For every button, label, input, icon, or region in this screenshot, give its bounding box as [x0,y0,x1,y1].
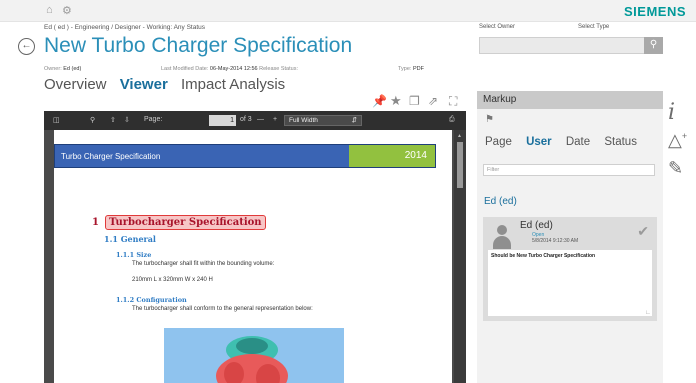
comment-text[interactable]: Should be New Turbo Charger Specificatio… [488,250,652,316]
section-heading-1-1: 1.1 General [104,234,156,244]
search-icon: ⚲ [649,39,658,50]
markup-title: Markup [477,91,663,109]
export-icon[interactable]: ⇗ [428,94,438,108]
gear-icon[interactable]: ⚙ [62,4,72,17]
copy-icon[interactable]: ❐ [409,94,420,108]
pdf-toolbar: ◫ ⚲ ⇧ ⇩ Page: 1 of 3 — + Full Width ⇵ ⎙ [44,111,466,130]
tab-bar: Overview Viewer Impact Analysis [44,76,294,93]
zoom-out-button[interactable]: — [257,116,264,123]
sort-page[interactable]: Page [485,136,512,148]
markup-comment[interactable]: Ed (ed) Open 5/8/2014 9:12:30 AM ✔ Shoul… [483,217,657,321]
top-bar: ⌂ ⚙ SIEMENS [0,0,696,22]
markup-panel: Markup ⚑ Page User Date Status Filter Ed… [477,91,663,383]
modified-value: 06-May-2014 12:56 [209,66,258,72]
chevron-down-icon: ⇵ [351,117,357,124]
zoom-in-button[interactable]: + [273,116,277,123]
section-heading-1: 1 Turbocharger Specification [92,215,266,230]
owner-value: Ed (ed) [63,66,82,72]
print-icon[interactable]: ⎙ [449,116,455,124]
comment-author: Ed (ed) [520,220,553,231]
sort-date[interactable]: Date [566,136,590,148]
modified-meta: Last Modified Date: 06-May-2014 12:56 Re… [161,66,298,72]
sort-status[interactable]: Status [604,136,637,148]
arrow-left-icon: ← [21,40,32,51]
info-icon[interactable]: i [668,100,675,125]
type-meta: Type: PDF [398,66,424,72]
section-heading-size: 1.1.1 Size [116,251,152,259]
pin-icon[interactable]: 📌 [372,94,387,108]
document-page: Turbo Charger Specification 2014 1 Turboc… [54,130,452,383]
edit-markup-icon[interactable]: ✎ [668,158,683,179]
document-header-title: Turbo Charger Specification [61,152,161,161]
select-owner-label: Select Owner [479,24,516,30]
highlighted-markup[interactable]: Turbocharger Specification [104,215,266,230]
back-button[interactable]: ← [18,38,35,55]
page-label: Page: [144,116,163,123]
check-icon[interactable]: ✔ [637,223,649,240]
scroll-up-icon[interactable]: ▲ [457,133,462,139]
fullscreen-icon[interactable]: ⛶ [449,94,457,109]
zoom-select[interactable]: Full Width ⇵ [284,115,362,126]
document-header-year: 2014 [349,145,435,167]
brand-logo: SIEMENS [623,4,686,19]
tab-viewer[interactable]: Viewer [120,76,168,93]
star-icon[interactable]: ★ [390,93,402,109]
comment-date: 5/8/2014 9:12:30 AM [532,238,579,244]
document-scrollbar[interactable]: ▲ [454,130,466,383]
paragraph: The turbocharger shall conform to the ge… [132,306,313,312]
tab-impact-analysis[interactable]: Impact Analysis [181,76,285,93]
page-total: of 3 [240,116,252,123]
turbocharger-image [164,328,344,383]
add-markup-icon[interactable]: △+ [668,130,687,151]
page-title: New Turbo Charger Specification [44,34,353,57]
section-heading-configuration: 1.1.2 Configuration [116,296,187,304]
document-header: Turbo Charger Specification 2014 [54,144,436,168]
markup-sort-options: Page User Date Status [485,136,648,148]
owner-meta: Owner: Ed (ed) [44,66,82,72]
search-icon[interactable]: ⚲ [90,116,95,124]
markup-group-label: Ed (ed) [484,196,517,207]
sidebar-toggle-icon[interactable]: ◫ [53,116,60,124]
search-button[interactable]: ⚲ [644,37,663,54]
arrow-down-icon[interactable]: ⇩ [124,116,130,124]
pdf-viewer: ◫ ⚲ ⇧ ⇩ Page: 1 of 3 — + Full Width ⇵ ⎙ … [44,111,466,383]
paragraph: 210mm L x 320mm W x 240 H [132,277,213,283]
filter-input[interactable]: Filter [483,164,655,176]
paragraph: The turbocharger shall fit within the bo… [132,261,275,267]
scrollbar-thumb[interactable] [457,142,463,188]
owner-search-input[interactable] [479,37,663,54]
arrow-up-icon[interactable]: ⇧ [110,116,116,124]
type-value: PDF [412,66,424,72]
page-number-input[interactable]: 1 [209,115,236,126]
home-icon[interactable]: ⌂ [46,4,53,16]
tab-overview[interactable]: Overview [44,76,107,93]
avatar [491,223,513,249]
resize-grip-icon[interactable]: ∟ [645,310,651,316]
sort-user[interactable]: User [526,136,552,148]
select-type-label: Select Type [578,24,610,30]
breadcrumb: Ed ( ed ) - Engineering / Designer - Wor… [44,24,206,31]
flag-icon[interactable]: ⚑ [485,114,494,125]
